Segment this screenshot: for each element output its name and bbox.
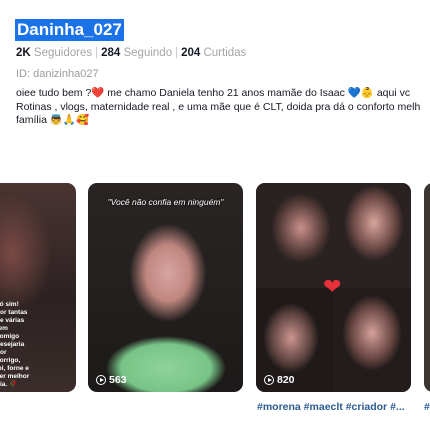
collage-photo xyxy=(256,183,334,288)
play-count-value: 820 xyxy=(277,374,295,386)
stats-separator: | xyxy=(175,47,179,59)
video-caption: "Você não confia em ninguém" xyxy=(107,197,224,207)
likes-count: 204 xyxy=(181,47,201,59)
likes-label: Curtidas xyxy=(203,47,247,59)
video-thumbnail[interactable] xyxy=(424,183,430,392)
video-hashtags[interactable]: #morena #maeclt #criador #... xyxy=(257,401,405,413)
profile-stats: 2K Seguidores | 284 Seguindo | 204 Curtidas xyxy=(16,46,246,60)
collage-photo xyxy=(333,287,411,392)
video-thumbnail[interactable]: só sim! por tantas de várias rem comigo … xyxy=(0,183,76,392)
followers-label[interactable]: Seguidores xyxy=(34,47,92,59)
following-count[interactable]: 284 xyxy=(101,47,120,59)
video-overlay-text: só sim! por tantas de várias rem comigo … xyxy=(0,301,30,388)
followers-count[interactable]: 2K xyxy=(16,47,31,59)
video-play-count: 563 xyxy=(96,374,127,386)
stats-separator: | xyxy=(95,47,99,59)
profile-id: ID: danizinha027 xyxy=(16,68,99,80)
collage-photo xyxy=(333,183,411,288)
bio-line: família 👼🙏🥰 xyxy=(16,114,90,126)
following-label[interactable]: Seguindo xyxy=(123,47,172,59)
video-play-count: 820 xyxy=(264,374,295,386)
bio-line: Rotinas , vlogs, maternidade real , e um… xyxy=(16,100,421,113)
video-hashtags[interactable]: # xyxy=(424,401,430,413)
bio-line: oiee tudo bem ?❤️ me chamo Daniela tenho… xyxy=(16,87,411,99)
play-count-value: 563 xyxy=(109,374,127,386)
heart-icon: ❤ xyxy=(323,274,342,299)
play-icon xyxy=(264,375,274,385)
play-icon xyxy=(96,375,106,385)
profile-username: Daninha_027 xyxy=(15,19,124,41)
video-thumbnail[interactable]: ❤ 820 xyxy=(256,183,411,392)
video-thumbnail[interactable]: "Você não confia em ninguém" 563 xyxy=(88,183,243,392)
profile-bio: oiee tudo bem ?❤️ me chamo Daniela tenho… xyxy=(16,87,430,128)
